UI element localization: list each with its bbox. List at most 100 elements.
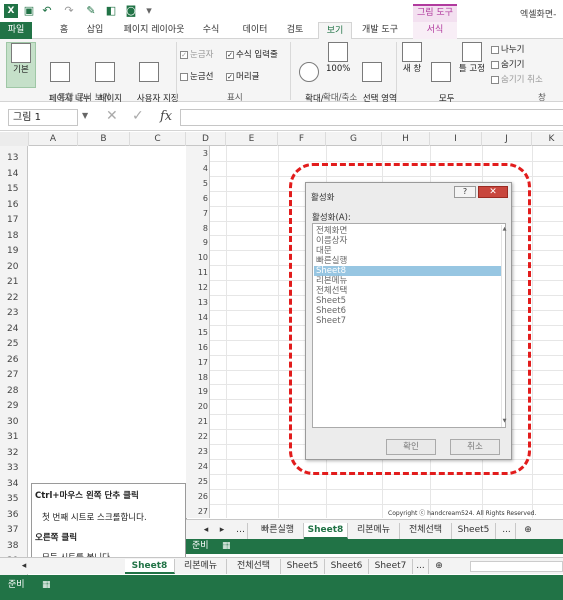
row-header[interactable]: 21 (0, 275, 28, 290)
column-header[interactable]: I (430, 132, 482, 146)
row-header[interactable]: 14 (0, 167, 28, 182)
row-header[interactable]: 16 (0, 198, 28, 213)
row-header[interactable]: 25 (0, 337, 28, 352)
column-header[interactable]: K (532, 132, 563, 146)
sheet-tab[interactable]: 전체선택 (227, 559, 281, 574)
sheet-tab[interactable]: ... (413, 559, 429, 574)
tab-insert[interactable]: 삽입 (80, 22, 110, 39)
row-header[interactable]: 26 (0, 353, 28, 368)
ruler-checkbox[interactable]: ✓ 눈금자 (180, 48, 213, 60)
format-painter-icon[interactable]: ✎ (84, 4, 98, 18)
customize-toolbar-icon[interactable]: ▾ (142, 4, 156, 18)
sheet-tab[interactable]: Sheet7 (369, 559, 413, 574)
print-preview-icon[interactable]: ◧ (104, 4, 118, 18)
row-header[interactable]: 33 (0, 461, 28, 476)
macro-record-icon[interactable]: ▦ (222, 539, 231, 554)
tab-view[interactable]: 보기 (318, 22, 352, 40)
redo-icon[interactable]: ↷ (62, 4, 76, 18)
hide-button[interactable]: 숨기기 (491, 58, 524, 70)
row-header[interactable]: 15 (0, 182, 28, 197)
row-header[interactable]: 36 (0, 508, 28, 523)
column-header[interactable]: C (130, 132, 186, 146)
more-tabs-left[interactable]: … (234, 523, 248, 539)
column-header[interactable]: A (29, 132, 78, 146)
tab-format[interactable]: 서식 (413, 22, 457, 39)
cancel-icon[interactable]: ✕ (106, 108, 118, 124)
select-all-corner[interactable] (0, 132, 29, 146)
row-header[interactable]: 24 (0, 322, 28, 337)
row-header[interactable]: 37 (0, 523, 28, 538)
row-header[interactable]: 27 (0, 368, 28, 383)
row-header[interactable]: 34 (0, 477, 28, 492)
tab-data[interactable]: 데이터 (236, 22, 274, 39)
save-icon[interactable]: ▣ (22, 4, 36, 18)
scroll-left-icon[interactable]: ◂ (200, 523, 212, 539)
column-header[interactable]: F (278, 132, 326, 146)
undo-icon[interactable]: ↶ (40, 4, 54, 18)
page-layout-view-button[interactable]: 페이지 레이아웃 (86, 42, 124, 114)
tab-developer[interactable]: 개발 도구 (356, 22, 404, 39)
camera-icon[interactable]: ◙ (124, 4, 138, 18)
name-box[interactable]: 그림 1 (8, 109, 78, 126)
row-header[interactable]: 28 (0, 384, 28, 399)
tab-page-layout[interactable]: 페이지 레이아웃 (118, 22, 190, 39)
headings-checkbox[interactable]: ✓ 머리글 (226, 70, 259, 82)
row-header[interactable]: 29 (0, 399, 28, 414)
scroll-right-icon[interactable]: ▸ (216, 523, 228, 539)
insert-function-icon[interactable]: fx (160, 109, 172, 124)
row-header[interactable]: 17 (0, 213, 28, 228)
gridlines-checkbox[interactable]: 눈금선 (180, 70, 213, 82)
row-header[interactable]: 38 (0, 539, 28, 554)
sheet-tab[interactable]: 빠른실행 (252, 523, 304, 539)
row-header[interactable]: 31 (0, 430, 28, 445)
row-header[interactable]: 35 (0, 492, 28, 507)
sheet-tab-active[interactable]: Sheet8 (125, 559, 175, 574)
scroll-left-icon[interactable]: ◂ (18, 559, 30, 574)
sheet-tab[interactable]: 리본메뉴 (348, 523, 400, 539)
row-header[interactable]: 23 (0, 306, 28, 321)
column-header[interactable]: E (226, 132, 278, 146)
custom-views-button[interactable]: 사용자 지정 보기 (126, 42, 179, 114)
sheet-tab[interactable]: Sheet5 (281, 559, 325, 574)
tab-home[interactable]: 홈 (52, 22, 76, 39)
sheet-tab-active[interactable]: Sheet8 (304, 523, 348, 539)
sheet-tab[interactable]: 리본메뉴 (175, 559, 227, 574)
row-header[interactable]: 20 (0, 260, 28, 275)
column-header[interactable]: H (382, 132, 430, 146)
formula-input[interactable] (180, 109, 563, 126)
arrange-all-button[interactable]: 모두 정렬 (428, 42, 454, 114)
normal-view-button[interactable]: 기본 (6, 42, 36, 88)
tab-review[interactable]: 검토 (280, 22, 310, 39)
chevron-down-icon[interactable]: ▼ (82, 111, 88, 120)
row-header[interactable]: 13 (0, 151, 28, 166)
zoom-100-button[interactable]: 100% (326, 42, 350, 88)
sheet-tab[interactable]: ... (498, 523, 516, 539)
sheet-tab[interactable]: Sheet6 (325, 559, 369, 574)
row-header[interactable]: 30 (0, 415, 28, 430)
add-sheet-icon[interactable]: ⊕ (431, 559, 447, 574)
add-sheet-icon[interactable]: ⊕ (520, 523, 536, 539)
row-header[interactable]: 18 (0, 229, 28, 244)
column-header[interactable]: J (482, 132, 532, 146)
enter-icon[interactable]: ✓ (132, 108, 144, 124)
column-header[interactable]: D (186, 132, 226, 146)
sheet-tab[interactable]: Sheet5 (452, 523, 496, 539)
macro-record-icon[interactable]: ▦ (42, 576, 51, 594)
zoom-button[interactable]: 확대/ 축소 (294, 42, 324, 114)
page-break-preview-button[interactable]: 페이지 나누 기 미리 보기 (38, 42, 91, 114)
split-button[interactable]: 나누기 (491, 43, 524, 55)
unhide-button[interactable]: 숨기기 취소 (491, 73, 543, 85)
tab-file[interactable]: 파일 (0, 22, 32, 39)
new-window-button[interactable]: 새 창 (399, 42, 425, 88)
zoom-to-selection-button[interactable]: 선택 영역 확대/축소 (352, 42, 397, 114)
tab-formulas[interactable]: 수식 (196, 22, 226, 39)
row-header[interactable]: 22 (0, 291, 28, 306)
sheet-tab[interactable]: 전체선택 (400, 523, 452, 539)
freeze-panes-button[interactable]: 틀 고정 (457, 42, 487, 88)
column-header[interactable]: B (78, 132, 130, 146)
formula-bar-checkbox[interactable]: ✓ 수식 입력줄 (226, 48, 278, 60)
horizontal-scrollbar[interactable] (470, 561, 563, 572)
row-header[interactable]: 19 (0, 244, 28, 259)
column-header[interactable]: G (326, 132, 382, 146)
row-header[interactable]: 32 (0, 446, 28, 461)
